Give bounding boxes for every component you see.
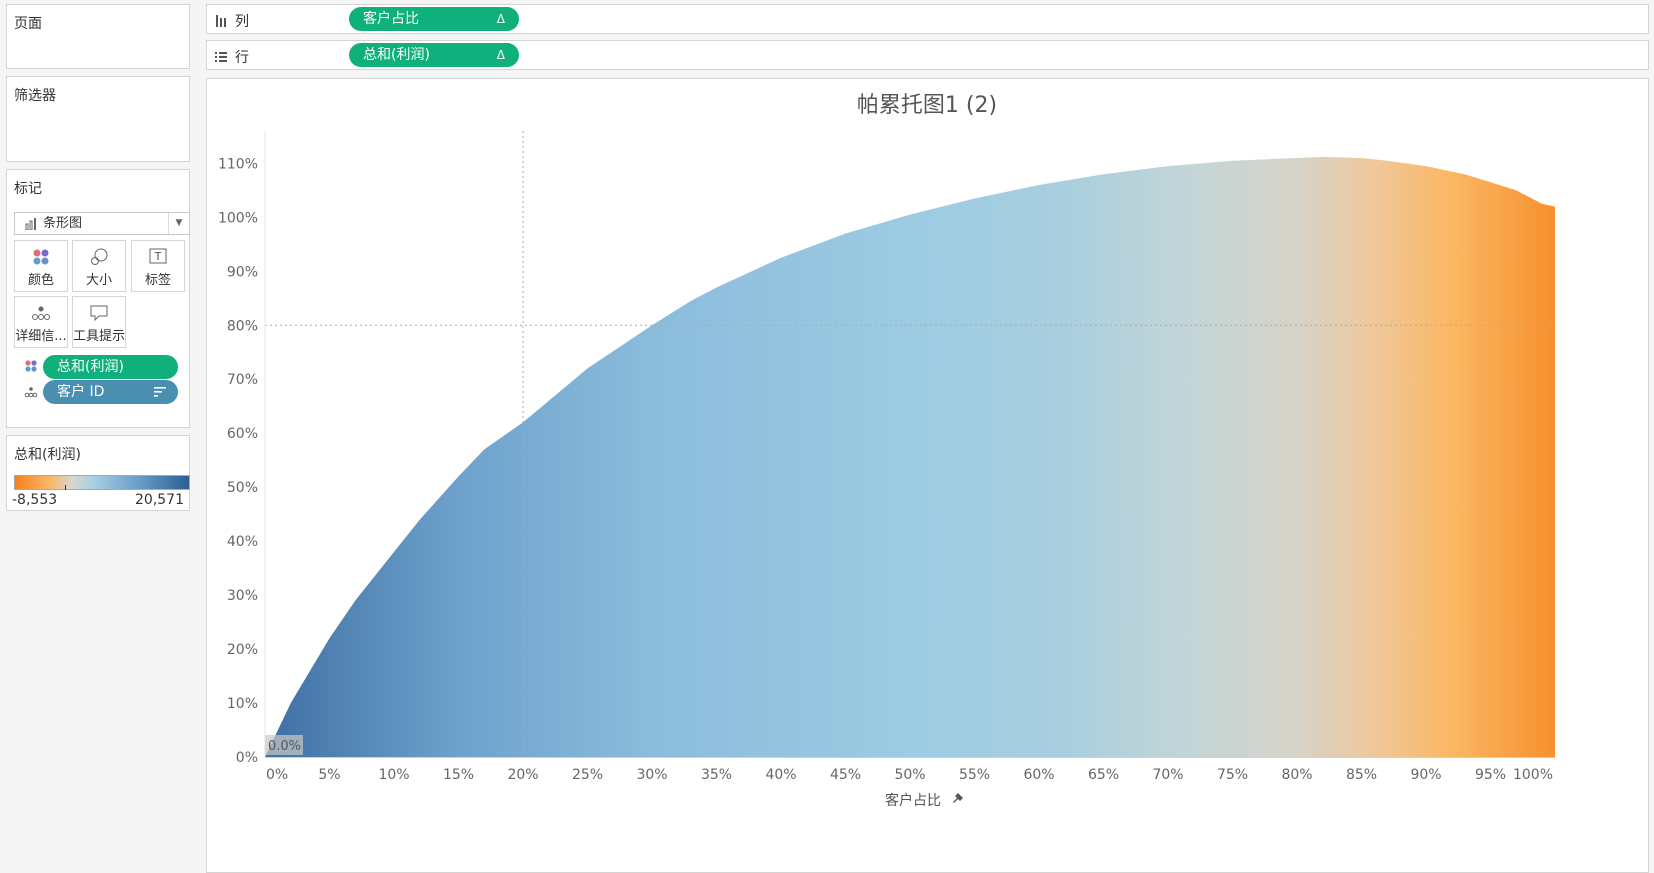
x-tick-label: 10% xyxy=(378,767,409,783)
y-tick-label: 80% xyxy=(227,318,258,334)
pareto-chart[interactable]: 帕累托图1 (2) 0% 10% 20% 30% 40% 50% 60% 70% 80% 90% 1… xyxy=(207,79,1648,872)
size-icon xyxy=(91,248,108,265)
columns-pill-label: 客户占比 xyxy=(363,11,419,27)
y-tick-label: 50% xyxy=(227,480,258,496)
detail-icon xyxy=(32,306,50,320)
tooltip-icon xyxy=(90,305,108,322)
rows-shelf[interactable]: 行 总和(利润) Δ xyxy=(206,40,1649,70)
x-tick-label: 85% xyxy=(1346,767,1377,783)
x-tick-label: 35% xyxy=(701,767,732,783)
x-tick-label: 40% xyxy=(765,767,796,783)
detail-icon xyxy=(24,387,38,398)
y-tick-label: 0% xyxy=(236,750,258,766)
x-tick-label: 5% xyxy=(318,767,340,783)
annotation-label: 0.0% xyxy=(268,739,301,754)
pages-title: 页面 xyxy=(14,16,42,32)
y-tick-label: 60% xyxy=(227,426,258,442)
x-tick-label: 75% xyxy=(1217,767,1248,783)
pages-panel[interactable]: 页面 xyxy=(6,4,190,69)
rows-label-text: 行 xyxy=(235,50,249,66)
x-tick-label: 95% xyxy=(1475,767,1506,783)
color-legend-bar xyxy=(14,475,190,490)
table-calc-icon: Δ xyxy=(496,48,505,62)
filters-panel[interactable]: 筛选器 xyxy=(6,76,190,162)
y-tick-label: 100% xyxy=(218,210,258,226)
x-tick-label: 80% xyxy=(1281,767,1312,783)
tooltip-button[interactable]: 工具提示 xyxy=(72,296,126,348)
filters-title: 筛选器 xyxy=(14,88,56,104)
x-tick-label: 65% xyxy=(1088,767,1119,783)
y-tick-label: 20% xyxy=(227,642,258,658)
y-tick-label: 70% xyxy=(227,372,258,388)
columns-icon xyxy=(216,15,226,27)
x-tick-label: 90% xyxy=(1410,767,1441,783)
x-tick-label: 20% xyxy=(507,767,538,783)
mark-type-label: 条形图 xyxy=(43,216,83,231)
bar-chart-icon xyxy=(25,218,36,230)
y-tick-label: 30% xyxy=(227,588,258,604)
columns-shelf-label: 列 xyxy=(215,11,249,31)
x-tick-label: 70% xyxy=(1152,767,1183,783)
sort-icon xyxy=(154,387,166,397)
rows-pill[interactable]: 总和(利润) Δ xyxy=(349,43,519,67)
size-button[interactable]: 大小 xyxy=(72,240,126,292)
x-tick-label: 45% xyxy=(830,767,861,783)
rows-icon xyxy=(215,52,227,62)
columns-label-text: 列 xyxy=(235,14,249,30)
x-tick-label: 15% xyxy=(443,767,474,783)
svg-text:T: T xyxy=(154,250,162,263)
x-tick-label: 100% xyxy=(1513,767,1553,783)
rows-shelf-label: 行 xyxy=(215,47,249,67)
label-icon: T xyxy=(149,248,167,264)
y-tick-label: 90% xyxy=(227,264,258,280)
x-axis-title: 客户占比 xyxy=(885,792,941,809)
x-tick-label: 60% xyxy=(1023,767,1054,783)
legend-max-label: 20,571 xyxy=(135,492,184,508)
color-button-label: 颜色 xyxy=(27,273,54,288)
pareto-bars-area[interactable] xyxy=(265,156,1555,757)
marks-field-customer-id-label: 客户 ID xyxy=(57,384,105,400)
legend-min-label: -8,553 xyxy=(12,492,58,508)
label-button-label: 标签 xyxy=(144,273,171,288)
tooltip-button-label: 工具提示 xyxy=(73,329,125,344)
columns-shelf[interactable]: 列 客户占比 Δ xyxy=(206,4,1649,34)
pin-icon[interactable] xyxy=(953,793,963,803)
x-tick-label: 25% xyxy=(572,767,603,783)
color-icon xyxy=(25,360,37,372)
y-tick-label: 110% xyxy=(218,156,258,172)
mark-type-dropdown[interactable]: 条形图 ▼ xyxy=(14,212,190,235)
marks-title: 标记 xyxy=(14,181,42,197)
legend-title: 总和(利润) xyxy=(14,447,81,463)
label-button[interactable]: T 标签 xyxy=(131,240,185,292)
view-canvas: 帕累托图1 (2) 0% 10% 20% 30% 40% 50% 60% 70% 80% 90% 1… xyxy=(206,78,1649,873)
rows-pill-label: 总和(利润) xyxy=(363,47,430,63)
detail-button-label: 详细信... xyxy=(15,329,67,344)
color-icon xyxy=(33,249,49,265)
size-button-label: 大小 xyxy=(85,273,112,288)
y-tick-label: 40% xyxy=(227,534,258,550)
marks-field-profit-label: 总和(利润) xyxy=(57,359,124,375)
marks-field-customer-id-pill[interactable]: 客户 ID xyxy=(43,380,178,404)
columns-pill[interactable]: 客户占比 Δ xyxy=(349,7,519,31)
x-tick-label: 50% xyxy=(894,767,925,783)
y-tick-label: 10% xyxy=(227,696,258,712)
chevron-down-icon[interactable]: ▼ xyxy=(168,213,189,234)
table-calc-icon: Δ xyxy=(496,12,505,26)
color-button[interactable]: 颜色 xyxy=(14,240,68,292)
x-tick-label: 55% xyxy=(959,767,990,783)
color-legend-panel[interactable]: 总和(利润) -8,553 20,571 xyxy=(6,435,190,511)
marks-panel: 标记 条形图 ▼ 颜色 大小 T 标签 详细信... 工具提示 总和(利润) 客… xyxy=(6,169,190,428)
marks-field-profit-pill[interactable]: 总和(利润) xyxy=(43,355,178,379)
x-tick-label: 30% xyxy=(636,767,667,783)
detail-button[interactable]: 详细信... xyxy=(14,296,68,348)
legend-zero-tick xyxy=(65,485,66,490)
x-tick-label: 0% xyxy=(266,767,288,783)
chart-title: 帕累托图1 (2) xyxy=(857,93,997,118)
